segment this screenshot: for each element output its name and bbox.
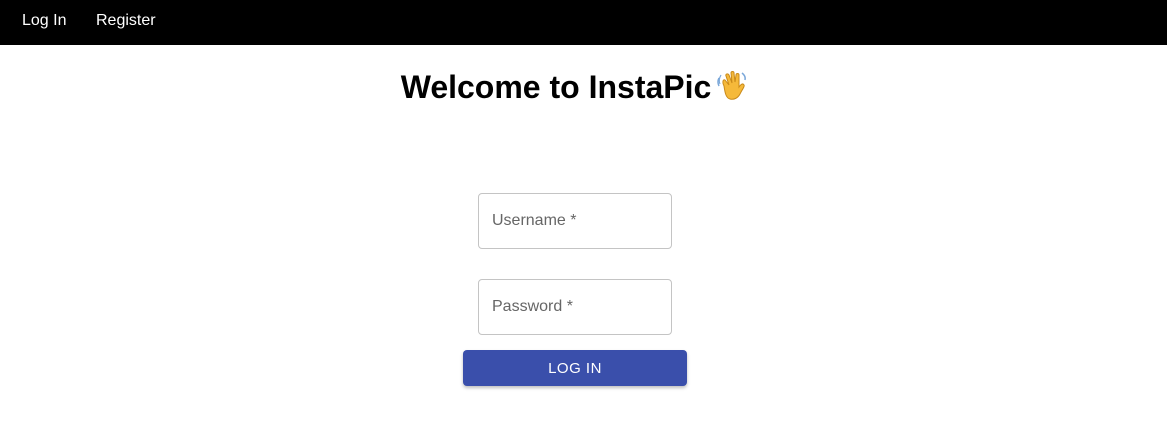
waving-hand-icon [715,68,749,102]
nav-login-link[interactable]: Log In [22,11,66,31]
password-input[interactable] [479,280,671,334]
page-title-text: Welcome to InstaPic [400,69,712,105]
password-field [478,279,672,335]
username-field [478,193,672,249]
nav-register-link[interactable]: Register [96,11,156,31]
page-title: Welcome to InstaPic [0,68,1150,106]
top-navbar: Log In Register [0,0,1167,45]
login-button[interactable]: LOG IN [463,350,687,386]
username-input[interactable] [479,194,671,248]
